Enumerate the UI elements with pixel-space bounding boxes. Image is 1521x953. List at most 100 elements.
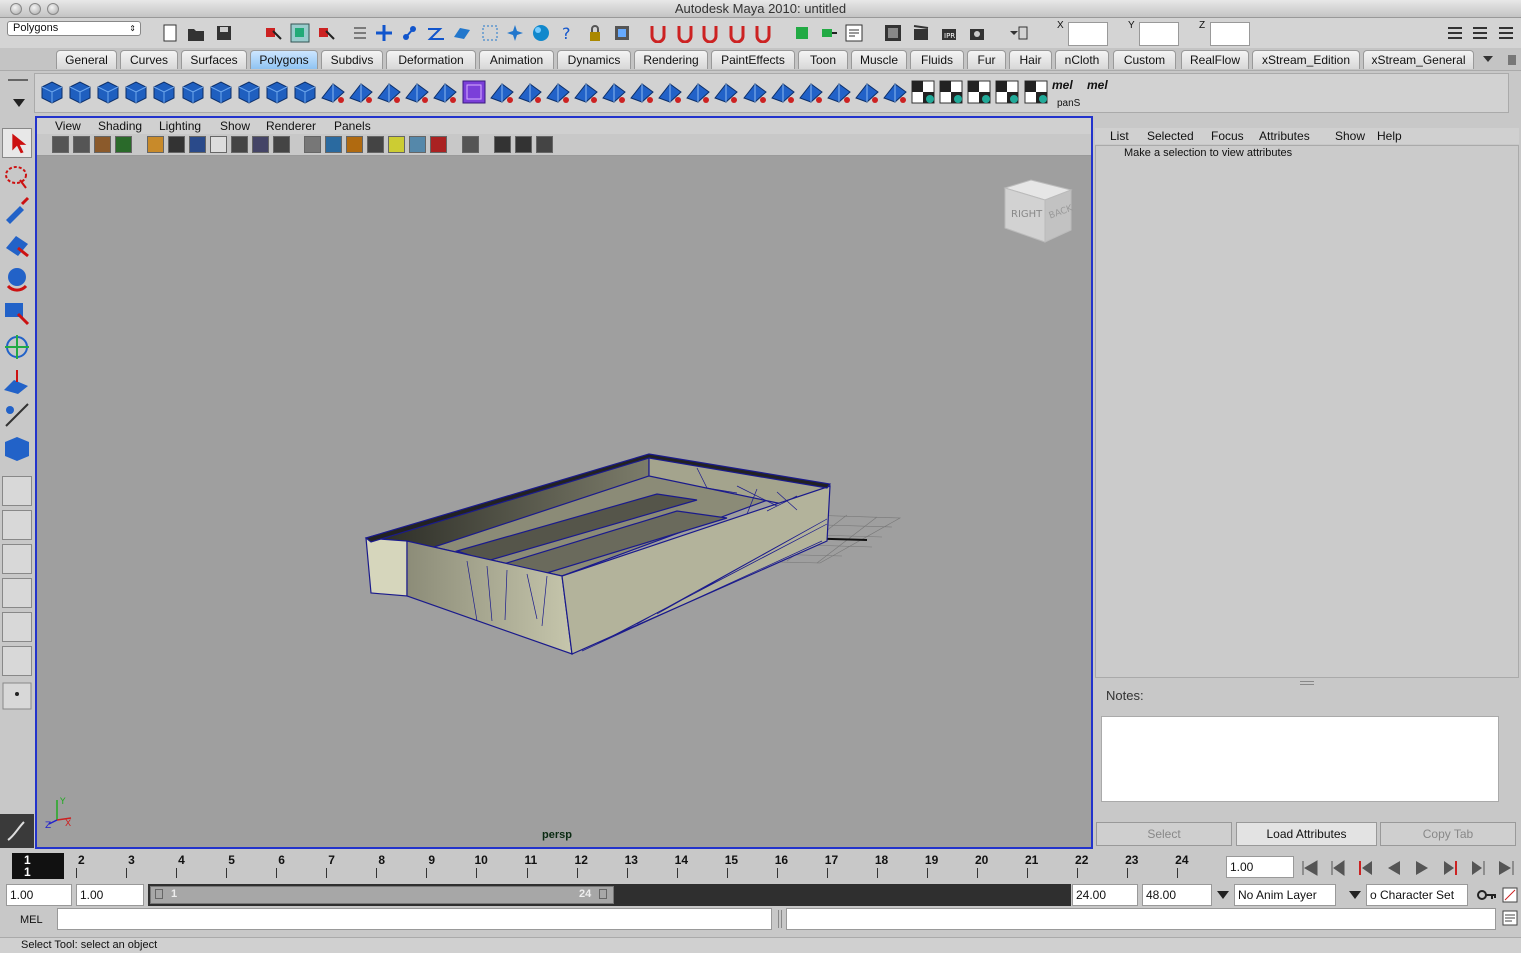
make-live-icon[interactable] <box>753 23 773 43</box>
show-manipulator-icon[interactable] <box>2 400 32 430</box>
construction-history-icon[interactable] <box>792 23 812 43</box>
script-editor-icon[interactable] <box>844 23 864 43</box>
poly-torus-icon[interactable] <box>179 78 207 106</box>
save-scene-icon[interactable] <box>214 23 234 43</box>
lasso-tool-icon[interactable] <box>2 162 32 192</box>
playback-start-field[interactable]: 1.00 <box>76 884 144 906</box>
ae-menu-focus[interactable]: Focus <box>1211 129 1244 143</box>
mel-shelf-button-1[interactable]: mel <box>1052 78 1073 92</box>
ae-menu-show[interactable]: Show <box>1335 129 1365 143</box>
select-by-object-icon[interactable] <box>290 23 310 43</box>
panel-menu-shading[interactable]: Shading <box>98 119 142 133</box>
wedge-icon[interactable] <box>712 78 740 106</box>
select-deformations-icon[interactable] <box>480 23 500 43</box>
wireframe-on-shaded-icon[interactable] <box>536 136 553 153</box>
safe-action-icon[interactable] <box>252 136 269 153</box>
high-quality-icon[interactable] <box>430 136 447 153</box>
shelf-tab-subdivs[interactable]: Subdivs <box>321 50 383 69</box>
command-language-label[interactable]: MEL <box>20 914 43 926</box>
character-set-dropdown[interactable]: o Character Set <box>1366 884 1468 906</box>
shelf-tab-custom[interactable]: Custom <box>1113 50 1176 69</box>
uv-texture-editor-icon[interactable] <box>881 78 909 106</box>
merge-icon[interactable] <box>684 78 712 106</box>
show-channel-box-icon[interactable] <box>1470 23 1490 43</box>
ae-menu-selected[interactable]: Selected <box>1147 129 1194 143</box>
shelf-options-chevron-icon[interactable] <box>10 96 28 110</box>
auto-key-icon[interactable] <box>1476 886 1498 904</box>
shelf-tab-polygons[interactable]: Polygons <box>250 50 318 69</box>
shelf-tab-muscle[interactable]: Muscle <box>851 50 907 69</box>
select-by-hierarchy-icon[interactable] <box>263 23 283 43</box>
shelf-tab-realflow[interactable]: RealFlow <box>1181 50 1249 69</box>
poly-sphere-icon[interactable] <box>38 78 66 106</box>
shelf-tab-xstream-edition[interactable]: xStream_Edition <box>1252 50 1360 69</box>
shelf-tab-ncloth[interactable]: nCloth <box>1055 50 1109 69</box>
snap-to-curves-icon[interactable] <box>675 23 695 43</box>
extrude-icon[interactable] <box>488 78 516 106</box>
bridge-icon[interactable] <box>516 78 544 106</box>
step-back-frame-icon[interactable] <box>1328 859 1348 877</box>
select-tool-icon[interactable] <box>2 128 32 158</box>
panel-menu-renderer[interactable]: Renderer <box>266 119 316 133</box>
select-curves-icon[interactable] <box>426 23 446 43</box>
show-tool-settings-icon[interactable] <box>1496 23 1516 43</box>
image-plane-icon[interactable] <box>115 136 132 153</box>
poly-prism-icon[interactable] <box>207 78 235 106</box>
select-misc-icon[interactable]: ? <box>557 23 577 43</box>
x-field[interactable] <box>1068 22 1108 46</box>
last-tool-icon[interactable] <box>2 434 32 464</box>
highlight-selection-icon[interactable] <box>612 23 632 43</box>
ae-menu-help[interactable]: Help <box>1377 129 1402 143</box>
ae-menu-attributes[interactable]: Attributes <box>1259 129 1310 143</box>
ae-select-button[interactable]: Select <box>1096 822 1232 846</box>
persp-graph-layout-icon[interactable] <box>2 578 32 608</box>
soft-modification-tool-icon[interactable] <box>2 366 32 396</box>
poke-icon[interactable] <box>741 78 769 106</box>
step-back-key-icon[interactable] <box>1356 859 1376 877</box>
shadows-icon[interactable] <box>409 136 426 153</box>
paint-selection-tool-icon[interactable] <box>2 196 32 226</box>
persp-graph-hypergraph-layout-icon[interactable] <box>2 646 32 676</box>
play-backwards-icon[interactable] <box>1384 859 1404 877</box>
combine-icon[interactable] <box>319 78 347 106</box>
offset-edge-loop-icon[interactable] <box>628 78 656 106</box>
animation-end-field[interactable]: 48.00 <box>1142 884 1212 906</box>
ae-copy-tab-button[interactable]: Copy Tab <box>1380 822 1516 846</box>
lock-selection-icon[interactable] <box>585 23 605 43</box>
script-editor-button-icon[interactable] <box>1502 910 1518 926</box>
current-time-field[interactable]: 1.00 <box>1226 856 1294 878</box>
current-frame-marker[interactable]: 1 1 <box>12 853 64 879</box>
select-rendering-icon[interactable] <box>531 23 551 43</box>
ae-menu-list[interactable]: List <box>1110 129 1129 143</box>
play-forwards-icon[interactable] <box>1412 859 1432 877</box>
y-field[interactable] <box>1139 22 1179 46</box>
cleanup-icon[interactable] <box>993 78 1021 106</box>
snap-to-points-icon[interactable] <box>700 23 720 43</box>
shelf-tab-deformation[interactable]: Deformation <box>386 50 476 69</box>
shelf-tab-hair[interactable]: Hair <box>1009 50 1052 69</box>
bookmarks-icon[interactable] <box>94 136 111 153</box>
layout-menu-chevron-icon[interactable] <box>2 682 32 710</box>
average-vertices-icon[interactable] <box>460 78 488 106</box>
new-scene-icon[interactable] <box>160 23 180 43</box>
step-forward-frame-icon[interactable] <box>1468 859 1488 877</box>
textured-icon[interactable] <box>367 136 384 153</box>
booleans-icon[interactable] <box>403 78 431 106</box>
input-output-icon[interactable] <box>818 23 838 43</box>
mel-shelf-button-2[interactable]: mel <box>1087 78 1108 92</box>
go-to-start-icon[interactable] <box>1300 859 1320 877</box>
playback-end-field[interactable]: 24.00 <box>1072 884 1138 906</box>
split-polygon-icon[interactable] <box>572 78 600 106</box>
gate-mask-icon[interactable] <box>210 136 227 153</box>
insert-edge-loop-icon[interactable] <box>600 78 628 106</box>
single-perspective-layout-icon[interactable] <box>2 476 32 506</box>
planar-mapping-icon[interactable] <box>769 78 797 106</box>
rotate-tool-icon[interactable] <box>2 264 32 294</box>
render-settings-icon[interactable] <box>967 23 987 43</box>
open-scene-icon[interactable] <box>186 23 206 43</box>
panel-menu-panels[interactable]: Panels <box>334 119 371 133</box>
shelf-tab-fluids[interactable]: Fluids <box>910 50 964 69</box>
film-gate-icon[interactable] <box>168 136 185 153</box>
panel-menu-view[interactable]: View <box>55 119 81 133</box>
xray-joints-icon[interactable] <box>515 136 532 153</box>
